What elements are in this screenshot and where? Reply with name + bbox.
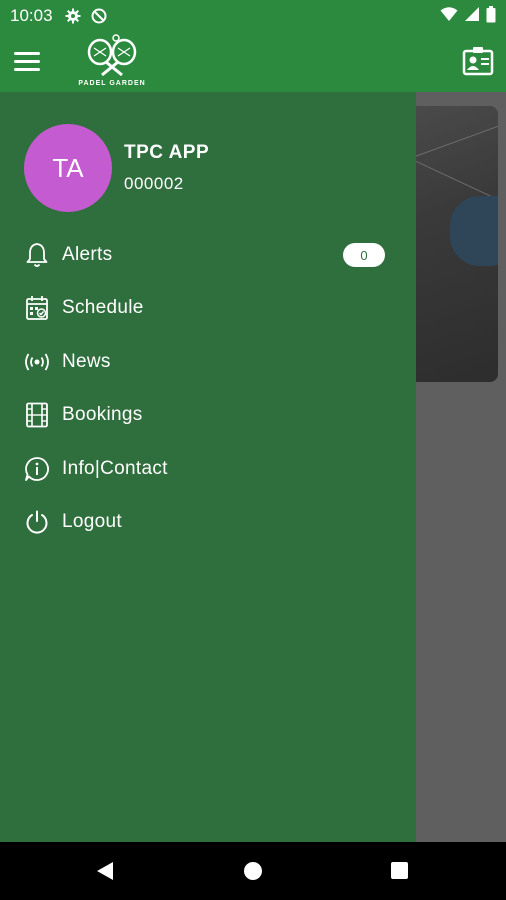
user-id: 000002 <box>124 174 184 193</box>
power-icon <box>24 509 50 535</box>
avatar[interactable]: TA <box>24 124 112 212</box>
menu-item-info-contact[interactable]: Info|Contact <box>0 442 416 496</box>
menu-item-news[interactable]: News <box>0 335 416 389</box>
system-nav-bar <box>0 842 506 900</box>
navigation-drawer: TA TPC APP 000002 Alerts 0 Schedule News <box>0 92 416 842</box>
menu-item-logout[interactable]: Logout <box>0 496 416 550</box>
broadcast-icon <box>24 349 50 375</box>
home-icon[interactable] <box>244 862 262 880</box>
calendar-check-icon <box>24 295 50 321</box>
logo-text: PADEL GARDEN <box>78 80 146 87</box>
back-icon[interactable] <box>96 861 114 885</box>
gear-icon <box>65 8 81 24</box>
wifi-icon <box>440 6 458 26</box>
menu-item-label: Schedule <box>62 297 144 319</box>
bell-icon <box>24 242 50 268</box>
padel-rackets-icon <box>87 34 137 77</box>
info-chat-icon <box>24 456 50 482</box>
app-bar: PADEL GARDEN <box>0 32 506 92</box>
status-bar: 10:03 <box>0 0 506 32</box>
drawer-menu: Alerts 0 Schedule News Bookings Info|Con… <box>0 228 416 549</box>
menu-item-label: Bookings <box>62 404 143 426</box>
no-disturb-icon <box>91 8 107 24</box>
battery-icon <box>486 5 496 27</box>
user-name: TPC APP <box>124 142 210 163</box>
menu-item-bookings[interactable]: Bookings <box>0 389 416 443</box>
film-strip-icon <box>24 402 50 428</box>
hamburger-icon[interactable] <box>14 52 40 72</box>
id-card-icon[interactable] <box>462 46 494 80</box>
status-time: 10:03 <box>10 6 53 25</box>
menu-item-alerts[interactable]: Alerts 0 <box>0 228 416 282</box>
menu-item-label: News <box>62 350 111 372</box>
menu-item-label: Alerts <box>62 243 113 265</box>
signal-icon <box>464 6 480 26</box>
padel-garden-logo: PADEL GARDEN <box>76 34 148 90</box>
menu-item-label: Info|Contact <box>62 457 168 479</box>
recent-apps-icon[interactable] <box>391 862 408 879</box>
menu-item-label: Logout <box>62 511 122 533</box>
menu-item-schedule[interactable]: Schedule <box>0 282 416 336</box>
alerts-count-badge: 0 <box>343 243 385 267</box>
